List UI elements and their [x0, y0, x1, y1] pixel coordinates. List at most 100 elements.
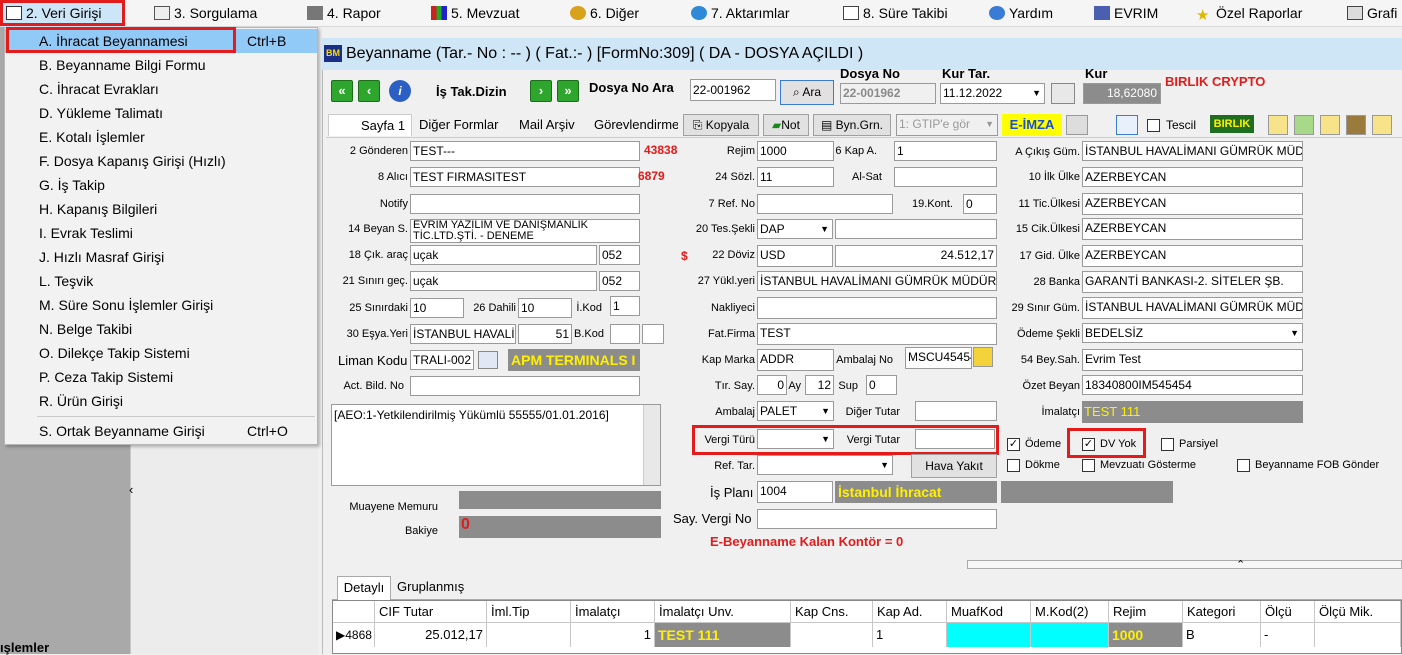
grid-header[interactable]: Kategori [1183, 601, 1261, 623]
tes-sekli-detail[interactable] [835, 219, 997, 239]
info-icon[interactable]: i [389, 80, 411, 102]
ilk-ulke-input[interactable]: AZERBEYCAN [1082, 167, 1303, 187]
tab-diger-formlar[interactable]: Diğer Formlar [419, 114, 498, 136]
cikis-gum-input[interactable]: İSTANBUL HAVALİMANI GÜMRÜK MÜDÜRL [1082, 141, 1303, 161]
tab-mail-arsiv[interactable]: Mail Arşiv [519, 114, 575, 136]
grid-cell-iml-tip[interactable] [487, 623, 571, 647]
menu-diger[interactable]: 6. Diğer [566, 0, 639, 27]
tic-ulkesi-input[interactable]: AZERBEYCAN [1082, 193, 1303, 215]
yukl-yeri-input[interactable]: İSTANBUL HAVALİMANI GÜMRÜK MÜDÜRLÜĞ [757, 271, 997, 291]
bkod-input[interactable] [610, 324, 640, 344]
byn-grn-button[interactable]: ▤ Byn.Grn. [813, 114, 891, 136]
tir-say-input[interactable]: 0 [757, 375, 787, 395]
act-bild-input[interactable] [410, 376, 640, 396]
grid-header[interactable]: İml.Tip [487, 601, 571, 623]
dokme-checkbox[interactable] [1007, 459, 1020, 472]
menu-sure-takibi[interactable]: 8. Süre Takibi [839, 0, 948, 27]
last-record-icon[interactable]: » [557, 80, 579, 102]
menu-rapor[interactable]: 4. Rapor [303, 0, 381, 27]
sup-input[interactable]: 0 [866, 375, 897, 395]
aeo-memo[interactable]: [AEO:1-Yetkilendirilmiş Yükümlü 55555/01… [331, 404, 661, 486]
menu-item-evrak-teslimi[interactable]: I. Evrak Teslimi [5, 221, 317, 245]
ay-input[interactable]: 12 [805, 375, 834, 395]
parsiyel-checkbox[interactable] [1161, 438, 1174, 451]
grid-header[interactable]: Kap Cns. [791, 601, 873, 623]
grid-cell-olcu[interactable]: - [1261, 623, 1315, 647]
dosya-no-ara-input[interactable]: 22-001962 [690, 79, 776, 101]
say-vergi-input[interactable] [757, 509, 997, 529]
grid-header[interactable]: İmalatçı [571, 601, 655, 623]
menu-yardim[interactable]: Yardım [985, 0, 1053, 27]
folder-arrow-icon[interactable] [1320, 115, 1340, 135]
siniri-gec-code[interactable]: 052 [599, 271, 640, 291]
gtip-select[interactable]: 1: GTIP'e gör ▼ [896, 114, 998, 136]
hava-yakit-button[interactable]: Hava Yakıt [911, 454, 997, 478]
esya-yeri-num[interactable]: 51 [518, 324, 572, 344]
nakliyeci-input[interactable] [757, 297, 997, 319]
kur-tar-input[interactable]: 11.12.2022 ▼ [940, 83, 1045, 104]
folder-icon[interactable] [1372, 115, 1392, 135]
tab-sayfa1[interactable]: Sayfa 1 [328, 114, 412, 136]
grid-header[interactable]: Ölçü Mik. [1315, 601, 1401, 623]
next-record-icon[interactable]: › [530, 80, 552, 102]
menu-item-tesvik[interactable]: L. Teşvik [5, 269, 317, 293]
grid-cell-olcu-mik[interactable] [1315, 623, 1401, 647]
menu-item-ortak-beyanname[interactable]: S. Ortak Beyanname Girişi Ctrl+O [5, 419, 317, 443]
dahili-input[interactable]: 10 [518, 298, 572, 318]
not-button[interactable]: ▰Not [763, 114, 809, 136]
lookup-icon[interactable] [478, 351, 498, 369]
ozet-beyan-input[interactable]: 18340800IM545454 [1082, 375, 1303, 395]
grid-header[interactable]: İmalatçı Unv. [655, 601, 791, 623]
gear-folder-icon[interactable] [1346, 115, 1366, 135]
ref-tar-select[interactable]: ▼ [757, 455, 893, 475]
grid-cell-kategori[interactable]: B [1183, 623, 1261, 647]
kap-marka-input[interactable]: ADDR [757, 349, 834, 371]
grid-cell-first[interactable]: ▶4868 [333, 623, 375, 647]
menu-aktarimlar[interactable]: 7. Aktarımlar [687, 0, 790, 27]
ikod-input[interactable]: 1 [610, 296, 640, 316]
ara-button[interactable]: ⌕ Ara [780, 80, 834, 105]
notify-input[interactable] [410, 194, 640, 214]
menu-item-dosya-kapanis[interactable]: F. Dosya Kapanış Girişi (Hızlı) [5, 149, 317, 173]
grid-cell-imalatci-unv[interactable]: TEST 111 [655, 623, 791, 647]
menu-item-beyanname-bilgi-formu[interactable]: B. Beyanname Bilgi Formu [5, 53, 317, 77]
tab-detayli[interactable]: Detaylı [337, 576, 391, 600]
kopyala-button[interactable]: ⎘ Kopyala [683, 114, 759, 136]
e-imza-button[interactable]: E-İMZA [1002, 114, 1062, 136]
sozl-input[interactable]: 11 [757, 167, 834, 187]
gonderen-input[interactable]: TEST--- [410, 141, 640, 161]
vergi-turu-select[interactable]: ▼ [757, 429, 834, 449]
grid-cell-kap-cns[interactable] [791, 623, 873, 647]
menu-evrim[interactable]: EVRIM [1090, 0, 1158, 27]
menu-item-ihracat-evraklari[interactable]: C. İhracat Evrakları [5, 77, 317, 101]
grid-header[interactable]: CIF Tutar [375, 601, 487, 623]
menu-item-belge-takibi[interactable]: N. Belge Takibi [5, 317, 317, 341]
edit-icon[interactable] [973, 347, 993, 367]
is-plani-input[interactable]: 1004 [757, 481, 833, 503]
menu-sorgulama[interactable]: 3. Sorgulama [150, 0, 257, 27]
grid-cell-kap-ad[interactable]: 1 [873, 623, 947, 647]
ref-no-input[interactable] [757, 194, 893, 214]
doviz-amount[interactable]: 24.512,17 [835, 245, 997, 267]
search-doc-icon[interactable] [1116, 115, 1138, 135]
chevron-up-icon[interactable]: ⌃ [1236, 558, 1245, 571]
grid-header[interactable]: M.Kod(2) [1031, 601, 1109, 623]
mevzuati-checkbox[interactable] [1082, 459, 1095, 472]
first-record-icon[interactable]: « [331, 80, 353, 102]
menu-item-dilekce-takip[interactable]: O. Dilekçe Takip Sistemi [5, 341, 317, 365]
beyan-input[interactable]: EVRİM YAZILIM VE DANIŞMANLIK TİC.LTD.ŞTİ.… [410, 219, 640, 243]
cik-ulkesi-input[interactable]: AZERBEYCAN [1082, 218, 1303, 240]
sinirdaki-input[interactable]: 10 [410, 298, 464, 318]
menu-ozel-raporlar[interactable]: ★ Özel Raporlar [1192, 0, 1302, 27]
tab-gorevlendirme[interactable]: Görevlendirme [594, 114, 678, 136]
kont-input[interactable]: 0 [963, 194, 997, 214]
grid-header[interactable]: Ölçü [1261, 601, 1315, 623]
sinir-gum-input[interactable]: İSTANBUL HAVALİMANI GÜMRÜK MÜDÜRL [1082, 297, 1303, 319]
banka-input[interactable]: GARANTİ BANKASI-2. SİTELER ŞB. [1082, 271, 1303, 293]
dv-yok-checkbox[interactable]: ✓ [1082, 438, 1095, 451]
menu-item-sure-sonu[interactable]: M. Süre Sonu İşlemler Girişi [5, 293, 317, 317]
grid-header[interactable]: MuafKod [947, 601, 1031, 623]
menu-item-ceza-takip[interactable]: P. Ceza Takip Sistemi [5, 365, 317, 389]
odeme-checkbox[interactable]: ✓ [1007, 438, 1020, 451]
menu-item-is-takip[interactable]: G. İş Takip [5, 173, 317, 197]
